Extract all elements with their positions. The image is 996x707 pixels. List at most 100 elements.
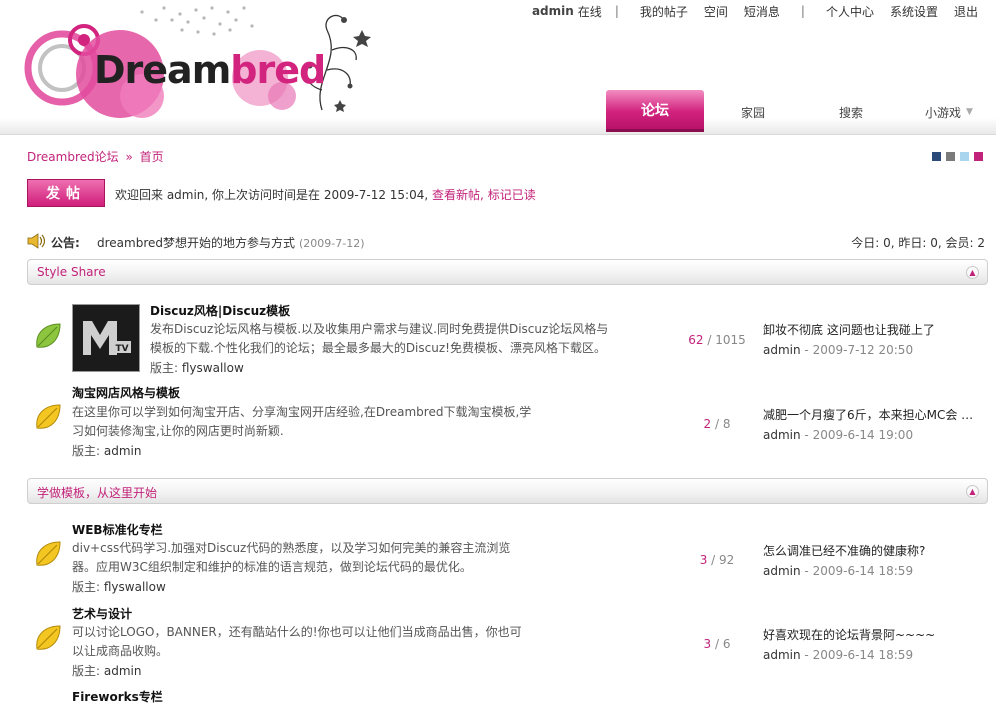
breadcrumb: Dreambred论坛 » 首页 [27,148,164,165]
theme-swatch-pink[interactable] [974,152,983,161]
forum-counts: 3 / 6 [667,637,767,651]
announcement-link[interactable]: dreambred梦想开始的地方参与方式 [97,236,295,250]
last-post-dash: - [800,343,813,357]
tab-games[interactable]: 小游戏 ▼ [900,92,996,132]
forum-status-leaf-yellow-icon [36,625,61,650]
tab-search[interactable]: 搜索 [802,92,900,132]
topic-count: 62 [688,333,704,347]
user-center-link[interactable]: 个人中心 [826,3,874,20]
link-separator: , [480,188,484,202]
last-post: 怎么调准已经不准确的健康称? admin - 2009-6-14 18:59 [763,542,987,578]
forum-status-leaf-green-icon [36,323,61,348]
logo-wordmark: Dreambred [94,48,326,92]
last-post-dash: - [800,428,813,442]
last-post-time: 2009-6-14 19:00 [812,428,914,442]
forum-status-leaf-yellow-icon [36,404,61,429]
last-post-meta: admin - 2009-6-14 19:00 [763,428,987,442]
forum-moderator: 版主: admin [72,442,141,459]
new-post-button[interactable]: 发帖 [27,179,105,207]
forum-counts: 62 / 1015 [667,333,767,347]
space-link[interactable]: 空间 [704,3,728,20]
online-status: 在线 [577,4,602,19]
moderator-link[interactable]: admin [104,664,142,678]
main-nav: 论坛 家园 搜索 小游戏 ▼ [606,90,996,134]
toolbar-divider: | [800,4,805,18]
mark-read-link[interactable]: 标记已读 [488,188,536,202]
breadcrumb-current[interactable]: 首页 [140,150,164,164]
forum-row: 淘宝网店风格与模板 在这里你可以学到如何淘宝开店、分享淘宝网开店经验,在Drea… [27,386,988,458]
last-post-dash: - [800,648,813,662]
last-post-author[interactable]: admin [763,648,801,662]
moderator-label: 版主: [72,664,101,678]
forum-title[interactable]: Discuz风格|Discuz模板 [150,302,290,319]
moderator-link[interactable]: admin [104,444,142,458]
last-post-meta: admin - 2009-6-14 18:59 [763,564,987,578]
forum-row: Fireworks专栏 [27,688,988,707]
last-post-title[interactable]: 好喜欢现在的论坛背景阿~~~~ [763,626,987,644]
settings-link[interactable]: 系统设置 [890,3,938,20]
site-logo[interactable]: Dreambred [22,0,372,125]
moderator-link[interactable]: flyswallow [104,580,166,594]
theme-swatch-lightblue[interactable] [960,152,969,161]
forum-counts: 2 / 8 [667,417,767,431]
last-post-time: 2009-6-14 18:59 [812,564,914,578]
category-title[interactable]: Style Share [37,265,106,279]
moderator-label: 版主: [150,361,179,375]
forum-title[interactable]: WEB标准化专栏 [72,521,163,538]
last-post: 卸妆不彻底 这问题也让我碰上了 admin - 2009-7-12 20:50 [763,321,987,357]
forum-description: div+css代码学习.加强对Discuz代码的熟悉度，以及学习如何完美的兼容主… [72,541,511,574]
view-new-posts-link[interactable]: 查看新帖 [432,188,480,202]
last-post-dash: - [800,564,813,578]
post-count: 6 [722,637,731,651]
svg-text:TV: TV [115,344,128,354]
my-posts-link[interactable]: 我的帖子 [640,3,688,20]
collapse-icon[interactable]: ▲ [966,266,979,279]
forum-row: 艺术与设计 可以讨论LOGO，BANNER，还有酷站什么的!你也可以让他们当成商… [27,605,988,678]
theme-swatch-blue[interactable] [932,152,941,161]
last-post-time: 2009-6-14 18:59 [812,648,914,662]
category-header-learn-templates: 学做模板，从这里开始 ▲ [27,478,988,504]
forum-status-leaf-yellow-icon [36,541,61,566]
tab-home[interactable]: 家园 [704,92,802,132]
moderator-link[interactable]: flyswallow [182,361,244,375]
forum-title[interactable]: 淘宝网店风格与模板 [72,384,180,401]
tab-games-label: 小游戏 [925,105,962,120]
forum-thumbnail-mtv-icon[interactable]: TV [72,304,140,372]
forum-title[interactable]: Fireworks专栏 [72,688,163,705]
breadcrumb-separator: » [125,150,133,164]
last-post-author[interactable]: admin [763,428,801,442]
post-count: 8 [722,417,731,431]
category-title[interactable]: 学做模板，从这里开始 [37,484,157,501]
speaker-icon [27,233,45,249]
topic-count: 3 [703,637,712,651]
category-header-style-share: Style Share ▲ [27,259,988,285]
theme-color-picker [932,152,983,161]
welcome-message: 欢迎回来 admin, 你上次访问时间是在 2009-7-12 15:04, 查… [115,186,536,203]
breadcrumb-root[interactable]: Dreambred论坛 [27,150,119,164]
collapse-icon[interactable]: ▲ [966,485,979,498]
last-post-title[interactable]: 怎么调准已经不准确的健康称? [763,542,987,560]
last-post-author[interactable]: admin [763,343,801,357]
count-separator: / [707,553,720,567]
forum-description: 发布Discuz论坛风格与模板.以及收集用户需求与建议.同时免费提供Discuz… [150,322,609,355]
tab-forum[interactable]: 论坛 [606,90,704,132]
last-post-meta: admin - 2009-7-12 20:50 [763,343,987,357]
messages-link[interactable]: 短消息 [744,3,780,20]
last-post-author[interactable]: admin [763,564,801,578]
moderator-label: 版主: [72,580,101,594]
last-post-title[interactable]: 减肥一个月瘦了6斤，本来担心MC会 … [763,406,987,424]
forum-moderator: 版主: flyswallow [72,578,166,595]
chevron-down-icon: ▼ [966,107,973,117]
forum-title[interactable]: 艺术与设计 [72,605,132,622]
toolbar-divider: | [614,4,619,18]
logout-link[interactable]: 退出 [954,3,978,20]
theme-swatch-gray[interactable] [946,152,955,161]
announcement-date: (2009-7-12) [299,237,365,250]
announcement-item: dreambred梦想开始的地方参与方式 (2009-7-12) [97,234,365,251]
last-post-title[interactable]: 卸妆不彻底 这问题也让我碰上了 [763,321,987,339]
last-post: 好喜欢现在的论坛背景阿~~~~ admin - 2009-6-14 18:59 [763,626,987,662]
moderator-label: 版主: [72,444,101,458]
username-link[interactable]: admin [532,4,574,18]
count-separator: / [711,417,723,431]
forum-row: TV Discuz风格|Discuz模板 发布Discuz论坛风格与模板.以及收… [27,304,988,376]
